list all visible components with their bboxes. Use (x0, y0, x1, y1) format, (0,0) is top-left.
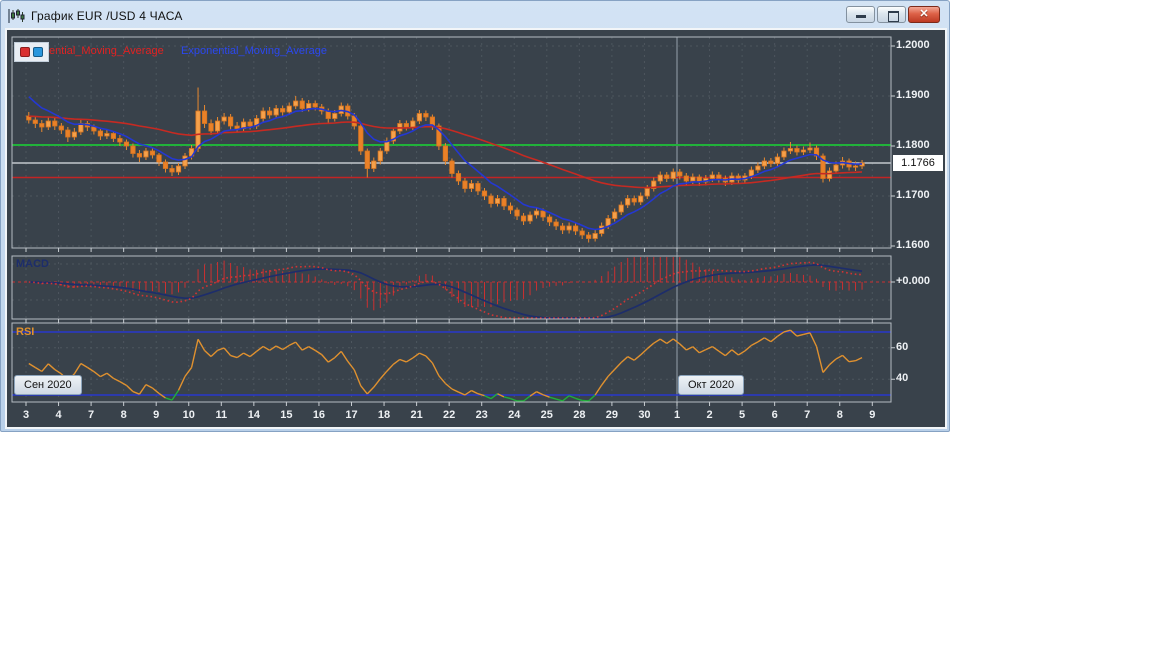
legend-red-ema-label: ential_Moving_Average (49, 45, 164, 57)
chart-window: График EUR /USD 4 ЧАСА ✕ ential_Moving_A… (0, 0, 950, 432)
red-series-swatch-icon (20, 47, 30, 57)
candles-layer (26, 87, 865, 243)
rsi-layer (28, 329, 863, 402)
price-chart-canvas[interactable] (1, 1, 951, 433)
legend-box (14, 42, 49, 62)
grid-lines (12, 37, 891, 402)
legend-blue-ema-label: Exponential_Moving_Average (181, 45, 327, 57)
panel-frame (11, 322, 892, 403)
blue-series-swatch-icon (33, 47, 43, 57)
panel-frame (11, 36, 892, 249)
macd-layer (28, 257, 863, 319)
